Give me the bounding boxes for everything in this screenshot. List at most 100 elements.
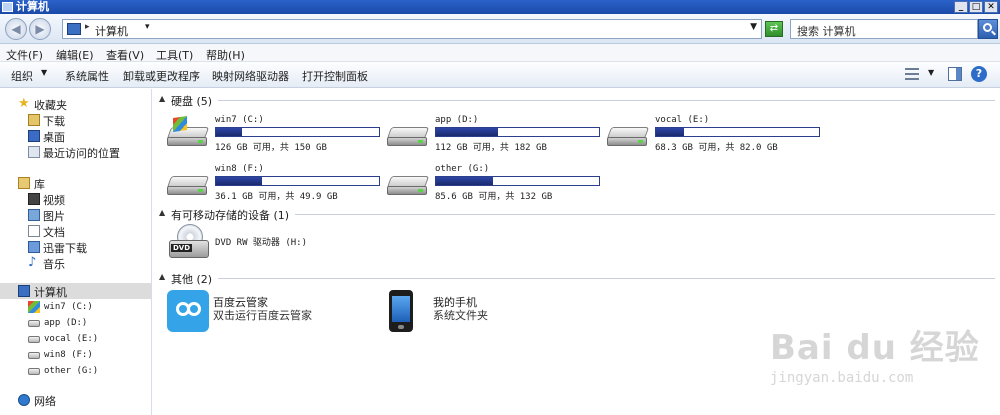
nav-network[interactable]: 网络 <box>0 392 151 408</box>
drive-size: 36.1 GB 可用，共 49.9 GB <box>215 192 338 202</box>
preview-pane-icon[interactable] <box>948 67 962 81</box>
breadcrumb-arrow-icon[interactable]: ▸ <box>85 22 90 32</box>
dvd-drive-icon: DVD <box>167 222 209 264</box>
organize-button[interactable]: 组织 <box>11 68 33 84</box>
map-network-drive-button[interactable]: 映射网络驱动器 <box>212 68 289 84</box>
drive-tile-f[interactable]: win8 (F:) 36.1 GB 可用，共 49.9 GB <box>166 162 382 202</box>
open-control-panel-button[interactable]: 打开控制面板 <box>302 68 368 84</box>
nav-label: 收藏夹 <box>34 99 67 112</box>
nav-item-documents[interactable]: 文档 <box>0 223 151 239</box>
nav-item-recent[interactable]: 最近访问的位置 <box>0 144 151 160</box>
chevron-down-icon[interactable]: ▼ <box>928 68 934 77</box>
view-options-icon[interactable] <box>905 68 919 80</box>
menu-view[interactable]: 查看(V) <box>106 47 144 63</box>
nav-drive-f[interactable]: win8 (F:) <box>0 347 151 363</box>
menu-file[interactable]: 文件(F) <box>6 47 43 63</box>
group-title: 其他 (2) <box>171 271 219 287</box>
nav-label: win8 (F:) <box>44 350 93 360</box>
hard-drive-icon <box>28 336 40 343</box>
nav-drive-c[interactable]: win7 (C:) <box>0 299 151 315</box>
drive-tile-c[interactable]: win7 (C:) 126 GB 可用，共 150 GB <box>166 113 382 153</box>
hard-drive-icon <box>28 368 40 375</box>
nav-label: 迅雷下载 <box>43 242 87 255</box>
back-button[interactable]: ◀ <box>5 18 27 40</box>
nav-label: app (D:) <box>44 318 88 328</box>
collapse-triangle-icon[interactable]: ▲ <box>159 94 165 103</box>
menu-edit[interactable]: 编辑(E) <box>56 47 94 63</box>
nav-label: 图片 <box>43 210 65 223</box>
dvd-badge: DVD <box>171 244 193 252</box>
drive-size: 68.3 GB 可用，共 82.0 GB <box>655 143 778 153</box>
nav-label: 文档 <box>43 226 65 239</box>
collapse-triangle-icon[interactable]: ▲ <box>159 272 165 281</box>
phone-icon <box>389 290 413 332</box>
nav-favorites[interactable]: ★ 收藏夹 <box>0 96 151 112</box>
baidu-cloud-item[interactable]: 百度云管家 双击运行百度云管家 <box>167 290 387 334</box>
hard-drive-icon <box>166 176 210 196</box>
my-phone-item[interactable]: 我的手机 系统文件夹 <box>387 290 607 334</box>
nav-computer[interactable]: 计算机 <box>0 283 151 299</box>
nav-label: 视频 <box>43 194 65 207</box>
nav-libraries[interactable]: 库 <box>0 175 151 191</box>
drive-size: 85.6 GB 可用，共 132 GB <box>435 192 553 202</box>
menu-bar: 文件(F) 编辑(E) 查看(V) 工具(T) 帮助(H) <box>0 44 1000 62</box>
video-library-icon <box>28 193 40 205</box>
search-input[interactable]: 搜索 计算机 <box>790 19 978 39</box>
hard-drive-icon <box>386 127 430 147</box>
chevron-down-icon[interactable]: ▾ <box>145 22 150 32</box>
hard-drive-icon <box>606 127 650 147</box>
nav-drive-d[interactable]: app (D:) <box>0 315 151 331</box>
nav-drive-g[interactable]: other (G:) <box>0 363 151 379</box>
nav-label: 桌面 <box>43 131 65 144</box>
search-button[interactable] <box>978 19 998 39</box>
nav-item-music[interactable]: ♪ 音乐 <box>0 255 151 271</box>
downloads-folder-icon <box>28 114 40 126</box>
menu-tools[interactable]: 工具(T) <box>156 47 193 63</box>
group-title: 有可移动存储的设备 (1) <box>171 207 296 223</box>
nav-item-pictures[interactable]: 图片 <box>0 207 151 223</box>
computer-icon <box>18 285 30 297</box>
nav-item-videos[interactable]: 视频 <box>0 191 151 207</box>
group-header-removable[interactable]: ▲ 有可移动存储的设备 (1) <box>153 207 995 223</box>
drive-usage-fill <box>216 177 262 185</box>
drive-name: win8 (F:) <box>215 164 264 174</box>
search-icon-handle <box>991 30 996 36</box>
nav-drive-e[interactable]: vocal (E:) <box>0 331 151 347</box>
forward-button[interactable]: ▶ <box>29 18 51 40</box>
menu-help[interactable]: 帮助(H) <box>206 47 245 63</box>
nav-item-downloads[interactable]: 下载 <box>0 112 151 128</box>
nav-item-desktop[interactable]: 桌面 <box>0 128 151 144</box>
drive-tile-e[interactable]: vocal (E:) 68.3 GB 可用，共 82.0 GB <box>606 113 822 153</box>
minimize-button[interactable]: _ <box>954 1 968 13</box>
close-button[interactable]: ✕ <box>984 1 998 13</box>
breadcrumb-computer[interactable]: 计算机 <box>95 23 128 39</box>
item-description: 双击运行百度云管家 <box>213 309 312 322</box>
group-header-other[interactable]: ▲ 其他 (2) <box>153 271 995 287</box>
nav-item-xunlei[interactable]: 迅雷下载 <box>0 239 151 255</box>
drive-usage-bar <box>215 176 380 186</box>
nav-label: 下载 <box>43 115 65 128</box>
group-header-hdd[interactable]: ▲ 硬盘 (5) <box>153 93 995 109</box>
address-bar[interactable]: ▸ 计算机 ▾ ▼ <box>62 19 762 39</box>
drive-usage-bar <box>215 127 380 137</box>
uninstall-program-button[interactable]: 卸载或更改程序 <box>123 68 200 84</box>
nav-label: vocal (E:) <box>44 334 99 344</box>
maximize-button[interactable]: □ <box>969 1 983 13</box>
desktop-icon <box>28 130 40 142</box>
network-icon <box>18 394 30 406</box>
window-controls: _ □ ✕ <box>954 1 998 13</box>
watermark-url: jingyan.baidu.com <box>770 370 914 386</box>
address-history-dropdown[interactable]: ▼ <box>750 22 757 32</box>
dvd-drive-tile[interactable]: DVD DVD RW 驱动器 (H:) <box>167 222 407 266</box>
system-drive-icon <box>166 116 210 147</box>
collapse-triangle-icon[interactable]: ▲ <box>159 208 165 217</box>
chevron-down-icon[interactable]: ▼ <box>41 68 47 77</box>
refresh-button[interactable]: ⇄ <box>765 21 783 37</box>
drive-tile-d[interactable]: app (D:) 112 GB 可用，共 182 GB <box>386 113 602 153</box>
drive-name: app (D:) <box>435 115 479 125</box>
system-properties-button[interactable]: 系统属性 <box>65 68 109 84</box>
help-icon[interactable]: ? <box>971 66 987 82</box>
group-divider <box>171 100 995 101</box>
drive-tile-g[interactable]: other (G:) 85.6 GB 可用，共 132 GB <box>386 162 602 202</box>
pictures-library-icon <box>28 209 40 221</box>
